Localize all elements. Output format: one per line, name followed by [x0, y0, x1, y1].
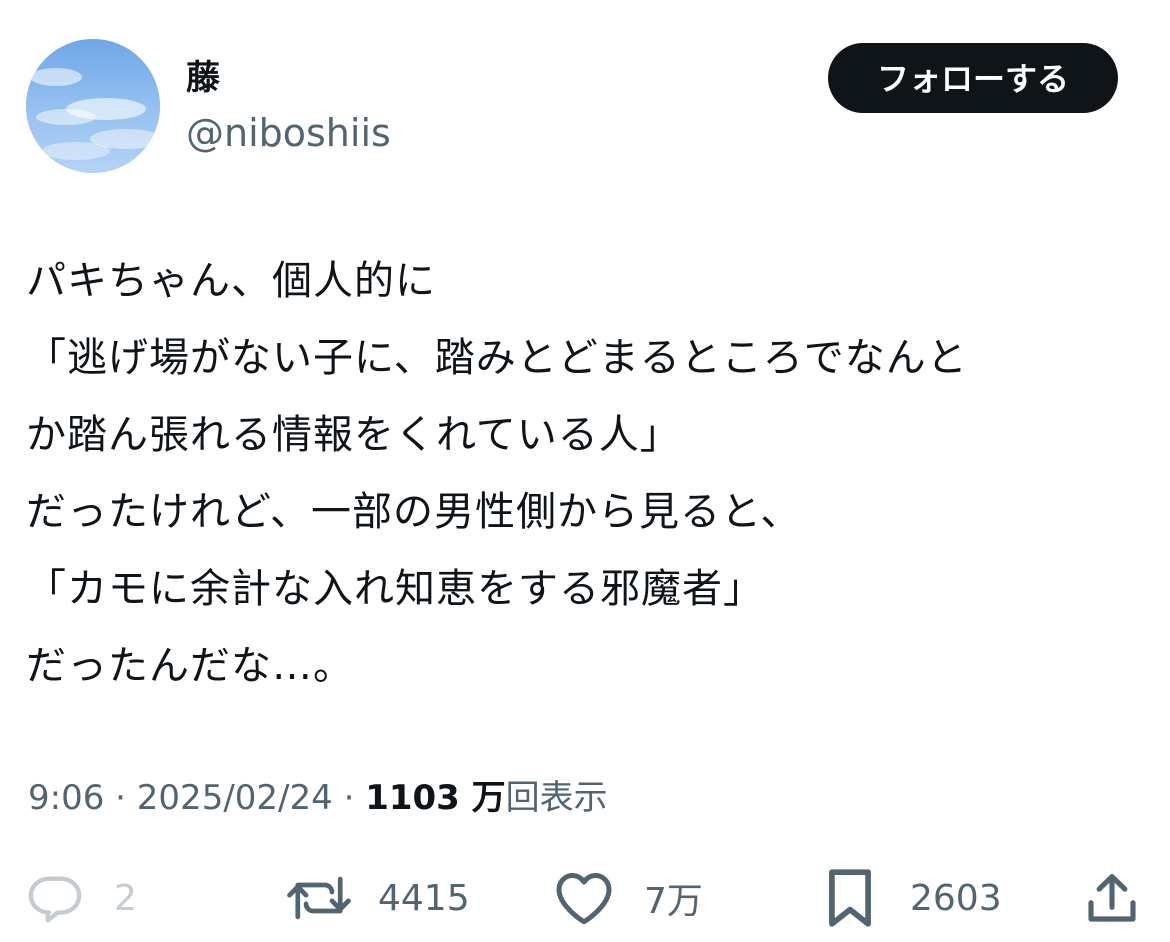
- bookmark-button[interactable]: 2603: [826, 862, 1002, 934]
- tweet-meta: 9:06 · 2025/02/24 · 1103 万回表示: [28, 773, 608, 823]
- views-label: 回表示: [505, 778, 608, 818]
- tweet-line: か踏ん張れる情報をくれている人」: [26, 412, 681, 458]
- user-handle[interactable]: @niboshiis: [186, 108, 391, 158]
- meta-separator: ·: [332, 778, 366, 818]
- tweet-line: だったけれど、一部の男性側から見ると、: [26, 489, 802, 535]
- tweet-line: 「逃げ場がない子に、踏みとどまるところでなんと: [26, 335, 968, 381]
- avatar[interactable]: [26, 39, 160, 173]
- views-count: 1103 万: [365, 778, 506, 818]
- bookmark-icon: [826, 867, 874, 929]
- share-button[interactable]: [1084, 862, 1140, 934]
- tweet-line: 「カモに余計な入れ知恵をする邪魔者」: [26, 566, 764, 612]
- reply-icon: [26, 869, 84, 927]
- like-button[interactable]: 7万: [554, 862, 703, 934]
- tweet-text: パキちゃん、個人的に 「逃げ場がない子に、踏みとどまるところでなんと か踏ん張れ…: [26, 243, 1146, 705]
- retweet-count: 4415: [378, 877, 470, 919]
- sky-clouds-image: [26, 39, 160, 173]
- heart-icon: [554, 870, 614, 926]
- reply-count: 2: [114, 877, 137, 919]
- share-icon: [1084, 870, 1140, 926]
- follow-button[interactable]: フォローする: [828, 43, 1118, 113]
- tweet-line: だったんだな…。: [26, 643, 354, 689]
- tweet-date[interactable]: 2025/02/24: [137, 778, 333, 818]
- retweet-button[interactable]: 4415: [286, 862, 470, 934]
- reply-button[interactable]: 2: [26, 862, 137, 934]
- meta-separator: ·: [104, 778, 137, 818]
- retweet-icon: [286, 869, 352, 927]
- bookmark-count: 2603: [910, 877, 1002, 919]
- display-name[interactable]: 藤: [186, 56, 220, 100]
- tweet-time[interactable]: 9:06: [28, 778, 104, 818]
- tweet-line: パキちゃん、個人的に: [26, 258, 436, 304]
- like-count: 7万: [644, 881, 703, 922]
